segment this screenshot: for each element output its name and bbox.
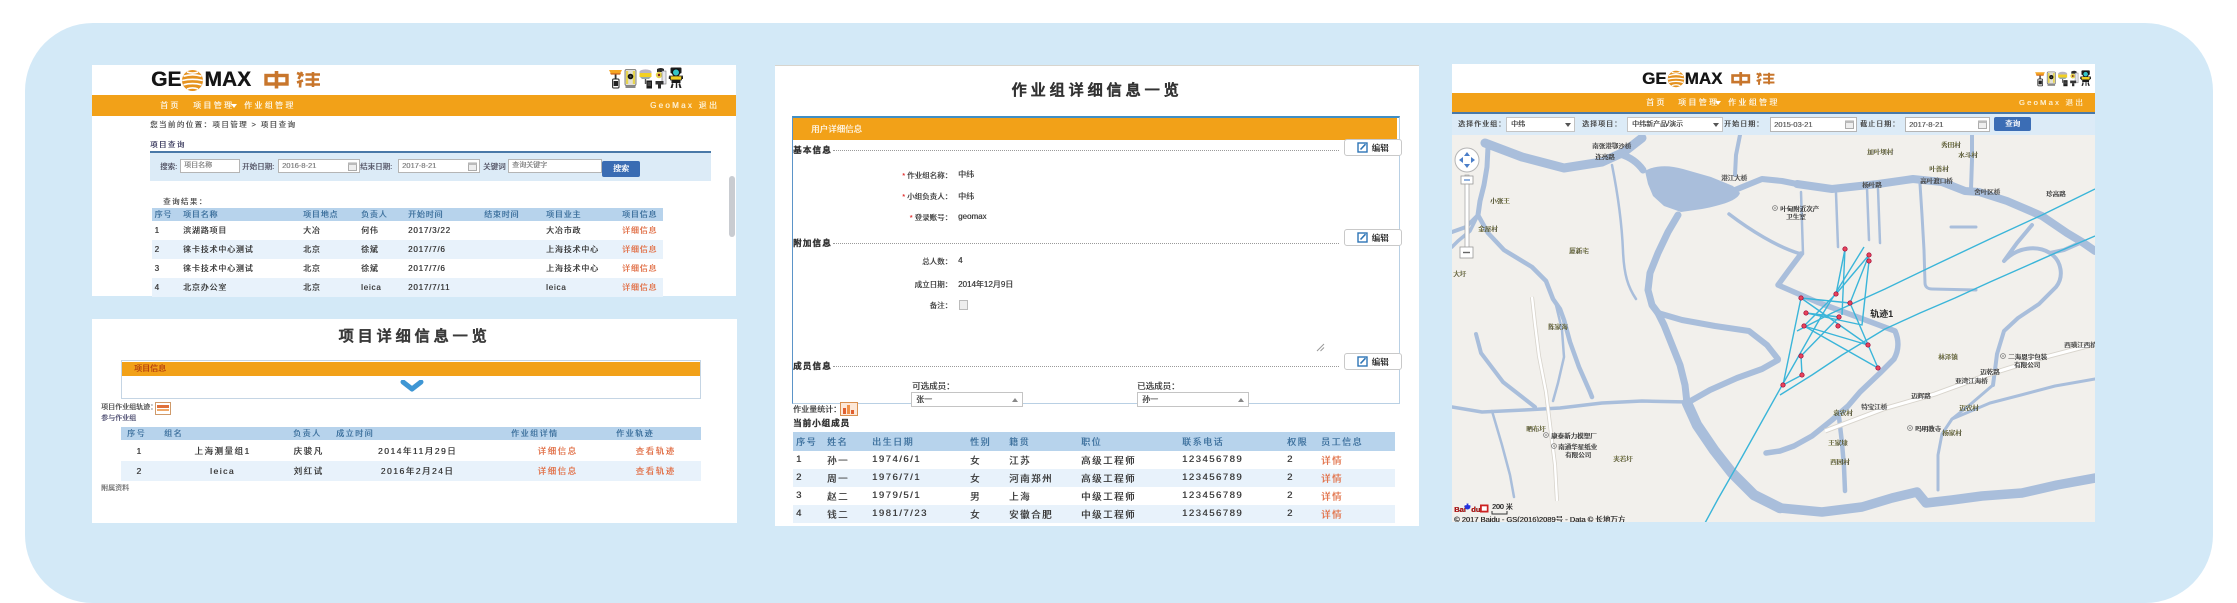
svg-text:Bai: Bai <box>1454 505 1466 514</box>
svg-text:厦新宅: 厦新宅 <box>1569 246 1589 255</box>
svg-text:大圩: 大圩 <box>1453 269 1467 278</box>
svg-text:康泰新力模塑厂: 康泰新力模塑厂 <box>1551 431 1597 440</box>
svg-text:高叶渡口桥: 高叶渡口桥 <box>1920 176 1953 185</box>
svg-text:有限公司: 有限公司 <box>2014 360 2040 369</box>
svg-text:秀田村: 秀田村 <box>1941 140 1961 149</box>
svg-text:连亮路: 连亮路 <box>1595 152 1615 161</box>
svg-text:陈家海: 陈家海 <box>1548 322 1568 331</box>
svg-text:叶善村: 叶善村 <box>1929 164 1949 173</box>
svg-text:林泽镇: 林泽镇 <box>1938 352 1958 361</box>
svg-text:加叶坝村: 加叶坝村 <box>1867 147 1894 156</box>
svg-text:迈辉路: 迈辉路 <box>1911 391 1931 400</box>
svg-text:迈乾路: 迈乾路 <box>1980 367 2000 376</box>
svg-text:小张王: 小张王 <box>1490 196 1510 205</box>
svg-text:金屋村: 金屋村 <box>1478 224 1498 233</box>
svg-text:舍叶区桥: 舍叶区桥 <box>1974 187 2001 196</box>
svg-text:轨迹1: 轨迹1 <box>1870 308 1893 319</box>
svg-text:西璜江西桥: 西璜江西桥 <box>2064 340 2095 349</box>
svg-text:夹若圩: 夹若圩 <box>1613 454 1633 463</box>
svg-text:南通华星纸业: 南通华星纸业 <box>1558 442 1598 451</box>
svg-text:杨叶路: 杨叶路 <box>1862 180 1882 189</box>
svg-text:亚湾江海桥: 亚湾江海桥 <box>1955 376 1988 385</box>
svg-text:西园村: 西园村 <box>1830 457 1850 466</box>
svg-text:水斗村: 水斗村 <box>1958 150 1978 159</box>
svg-text:du: du <box>1471 505 1481 514</box>
svg-text:吗明教寺: 吗明教寺 <box>1915 424 1942 433</box>
svg-text:二海恩宇包装: 二海恩宇包装 <box>2008 352 2048 361</box>
svg-text:杨家村: 杨家村 <box>1942 428 1962 437</box>
svg-text:© 2017 Baidu - GS(2016)2089号 -: © 2017 Baidu - GS(2016)2089号 - Data © 长地… <box>1454 514 1626 522</box>
svg-text:王家埭: 王家埭 <box>1828 438 1848 447</box>
svg-text:港江大桥: 港江大桥 <box>1721 173 1748 182</box>
svg-text:迈农村: 迈农村 <box>1959 403 1979 412</box>
svg-text:卫生室: 卫生室 <box>1786 212 1806 221</box>
svg-text:晒布圩: 晒布圩 <box>1526 424 1546 433</box>
svg-text:南张港鄂沙桥: 南张港鄂沙桥 <box>1592 141 1632 150</box>
svg-text:叶甸附近次产: 叶甸附近次产 <box>1780 204 1820 213</box>
svg-text:200 米: 200 米 <box>1492 502 1513 511</box>
svg-text:珍高路: 珍高路 <box>2046 189 2066 198</box>
svg-text:特宝江桥: 特宝江桥 <box>1861 402 1888 411</box>
svg-text:袁农村: 袁农村 <box>1833 408 1853 417</box>
svg-text:有限公司: 有限公司 <box>1565 450 1591 459</box>
